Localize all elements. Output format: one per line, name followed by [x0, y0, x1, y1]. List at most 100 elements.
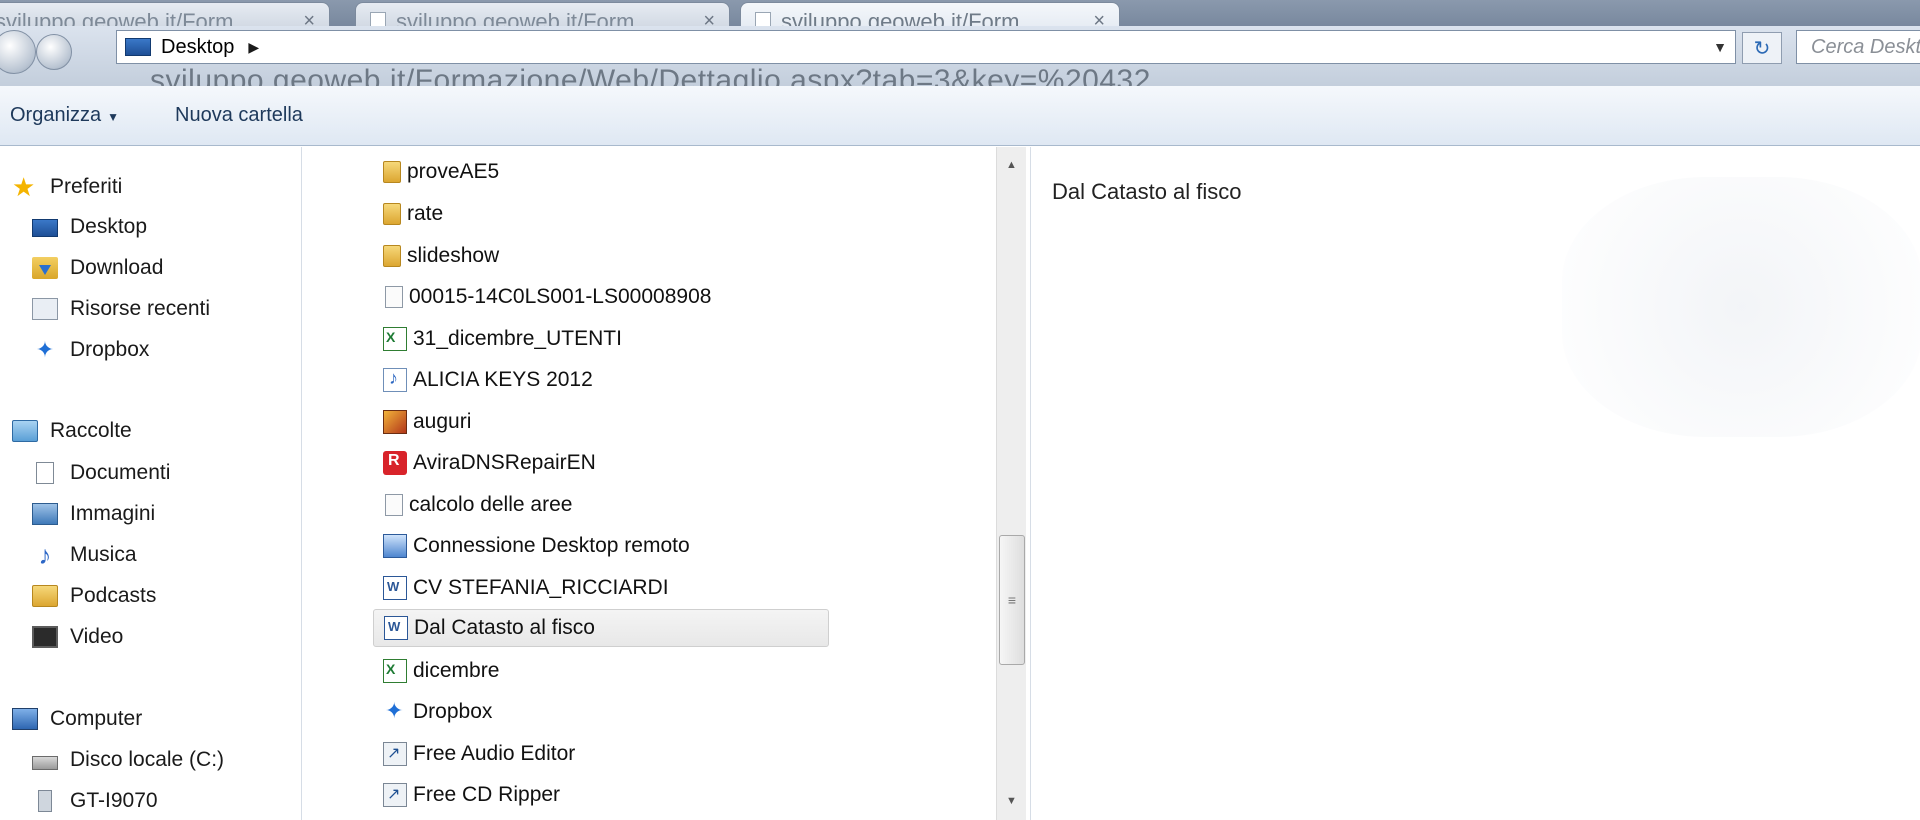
- nav-item-download[interactable]: Download: [32, 250, 163, 286]
- nav-item-podcasts[interactable]: Podcasts: [32, 578, 156, 614]
- list-item[interactable]: Dropbox: [379, 693, 492, 731]
- folder-icon: [383, 245, 401, 267]
- file-name: Dal Catasto al fisco: [414, 616, 595, 639]
- list-item[interactable]: Free Audio Editor: [379, 735, 575, 773]
- scroll-up-arrow[interactable]: ▲: [997, 153, 1026, 177]
- nav-label: Preferiti: [50, 175, 123, 198]
- organize-label: Organizza: [10, 104, 102, 126]
- list-item[interactable]: rate: [379, 195, 443, 233]
- list-item[interactable]: ALICIA KEYS 2012: [379, 361, 593, 399]
- forward-button[interactable]: [36, 34, 72, 70]
- shortcut-icon: [383, 742, 407, 766]
- chevron-down-icon[interactable]: ▼: [1713, 39, 1727, 55]
- dropbox-icon: [383, 698, 407, 724]
- file-name: Connessione Desktop remoto: [413, 534, 690, 557]
- star-icon: ★: [12, 172, 36, 202]
- list-item[interactable]: slideshow: [379, 237, 499, 275]
- preview-title: Dal Catasto al fisco: [1052, 179, 1242, 204]
- nav-label: Computer: [50, 707, 143, 730]
- list-item[interactable]: 00015-14C0LS001-LS00008908: [379, 278, 711, 316]
- nav-computer[interactable]: Computer: [12, 701, 142, 737]
- nav-label: Disco locale (C:): [70, 748, 225, 771]
- nav-label: Video: [70, 625, 124, 648]
- nav-item-recent[interactable]: Risorse recenti: [32, 291, 210, 327]
- computer-icon: [12, 708, 38, 730]
- drive-icon: [32, 756, 58, 770]
- chevron-down-icon: ▼: [107, 110, 120, 124]
- nav-favorites[interactable]: ★ Preferiti: [12, 169, 122, 205]
- list-item[interactable]: dicembre: [379, 652, 499, 690]
- list-item[interactable]: AviraDNSRepairEN: [379, 444, 596, 482]
- file-name: 00015-14C0LS001-LS00008908: [409, 285, 712, 308]
- scroll-down-arrow[interactable]: ▼: [997, 789, 1026, 813]
- list-item[interactable]: proveAE5: [379, 153, 499, 191]
- file-name: AviraDNSRepairEN: [413, 451, 596, 474]
- nav-label: Raccolte: [50, 419, 132, 442]
- excel-icon: [383, 659, 407, 683]
- excel-icon: [383, 327, 407, 351]
- file-name: auguri: [413, 410, 472, 433]
- nav-item-local-disk[interactable]: Disco locale (C:): [32, 742, 224, 778]
- nav-item-desktop[interactable]: Desktop: [32, 209, 147, 245]
- file-name: ALICIA KEYS 2012: [413, 368, 593, 391]
- file-name: CV STEFANIA_RICCIARDI: [413, 576, 669, 599]
- nav-label: Download: [70, 256, 164, 279]
- nav-item-music[interactable]: ♪ Musica: [32, 537, 137, 573]
- nav-label: GT-I9070: [70, 789, 158, 812]
- command-bar: Organizza ▼ Nuova cartella: [0, 86, 1920, 146]
- nav-label: Immagini: [70, 502, 156, 525]
- new-folder-button[interactable]: Nuova cartella: [165, 104, 313, 127]
- image-file-icon: [383, 410, 407, 434]
- file-list-pane: proveAE5 rate slideshow 00015-14C0LS001-…: [303, 147, 1031, 820]
- documents-icon: [36, 462, 54, 484]
- file-name: calcolo delle aree: [409, 493, 573, 516]
- grip-icon: ≡: [1007, 592, 1017, 608]
- desktop-icon: [125, 38, 151, 56]
- list-item[interactable]: Free CD Ripper: [379, 776, 560, 814]
- chevron-right-icon[interactable]: ▶: [248, 39, 259, 56]
- address-row: sviluppo.geoweb.it/Formazione/Web/Dettag…: [0, 26, 1920, 97]
- word-icon: [383, 576, 407, 600]
- folder-icon: [32, 585, 58, 607]
- list-item[interactable]: calcolo delle aree: [379, 486, 572, 524]
- folder-icon: [383, 203, 401, 225]
- navigation-pane: ★ Preferiti Desktop Download Risorse rec…: [0, 147, 302, 820]
- refresh-button[interactable]: ↻: [1742, 32, 1782, 64]
- nav-item-dropbox[interactable]: ✦ Dropbox: [32, 332, 150, 368]
- organize-button[interactable]: Organizza ▼: [0, 104, 129, 127]
- list-item[interactable]: 31_dicembre_UTENTI: [379, 320, 622, 358]
- file-name: Dropbox: [413, 700, 493, 723]
- nav-label: Dropbox: [70, 338, 150, 361]
- list-item-selected[interactable]: Dal Catasto al fisco: [373, 609, 829, 647]
- list-item[interactable]: CV STEFANIA_RICCIARDI: [379, 569, 669, 607]
- phone-icon: [38, 790, 52, 812]
- libraries-icon: [12, 420, 38, 442]
- desktop-icon: [32, 219, 58, 237]
- nav-label: Documenti: [70, 461, 171, 484]
- file-name: 31_dicembre_UTENTI: [413, 327, 622, 350]
- address-bar[interactable]: Desktop ▶ ▼: [116, 30, 1736, 64]
- search-input[interactable]: Cerca Desktop: [1796, 30, 1920, 64]
- back-button[interactable]: [0, 30, 36, 74]
- nav-libraries[interactable]: Raccolte: [12, 413, 132, 449]
- download-icon: [32, 257, 58, 279]
- shortcut-icon: [383, 783, 407, 807]
- file-name: slideshow: [407, 244, 500, 267]
- nav-item-phone[interactable]: GT-I9070: [32, 783, 158, 819]
- avira-icon: [383, 451, 407, 475]
- nav-item-documents[interactable]: Documenti: [32, 455, 170, 491]
- list-item[interactable]: auguri: [379, 403, 471, 441]
- word-icon: [384, 616, 408, 640]
- file-icon: [385, 494, 403, 516]
- file-name: proveAE5: [407, 160, 500, 183]
- nav-item-video[interactable]: Video: [32, 619, 123, 655]
- pictures-icon: [32, 503, 58, 525]
- file-name: Free CD Ripper: [413, 783, 561, 806]
- recent-places-icon: [32, 298, 58, 320]
- address-location[interactable]: Desktop: [161, 36, 234, 59]
- file-list-scrollbar[interactable]: ▲ ≡ ▼: [996, 147, 1026, 820]
- list-item[interactable]: Connessione Desktop remoto: [379, 527, 690, 565]
- scroll-thumb[interactable]: ≡: [999, 535, 1025, 665]
- nav-item-pictures[interactable]: Immagini: [32, 496, 155, 532]
- folder-icon: [383, 161, 401, 183]
